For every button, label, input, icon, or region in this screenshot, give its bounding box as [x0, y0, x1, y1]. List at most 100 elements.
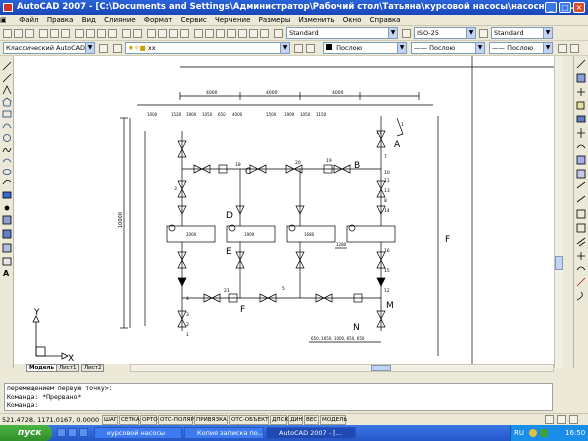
lwt-toggle[interactable]: ВЕС: [304, 415, 319, 425]
tray-app-icon[interactable]: [529, 429, 537, 437]
color-select[interactable]: Послою ▼: [323, 42, 407, 54]
dyn-toggle[interactable]: ДИН: [288, 415, 303, 425]
undo-icon[interactable]: [122, 29, 131, 38]
task-word-label: Копия записка по...: [197, 429, 264, 437]
layer-select[interactable]: ♦☼■ xx ▼: [125, 42, 290, 54]
maximize-button[interactable]: □: [559, 2, 571, 13]
menu-modify[interactable]: Изменить: [296, 15, 338, 26]
zoom-previous-icon[interactable]: [180, 29, 189, 38]
publish-icon[interactable]: [61, 29, 70, 38]
command-window[interactable]: перемещением первую точку>: Команда: *Пр…: [4, 383, 553, 411]
tab-model[interactable]: Модель: [26, 364, 57, 372]
close-button[interactable]: ×: [573, 2, 585, 13]
dim-row2-7: 1500: [266, 112, 277, 117]
menu-help[interactable]: Справка: [367, 15, 404, 26]
dim-top-1: 4000: [206, 90, 218, 96]
lock-icon[interactable]: [545, 415, 554, 424]
ducs-toggle[interactable]: ДПСК: [270, 415, 288, 425]
layer-value: xx: [147, 44, 156, 52]
linetype-select[interactable]: —— Послою ▼: [411, 42, 485, 54]
tab-sheet2[interactable]: Лист2: [81, 364, 105, 372]
cut-icon[interactable]: [75, 29, 84, 38]
menu-file[interactable]: Файл: [16, 15, 41, 26]
menu-merge[interactable]: Слияние: [101, 15, 139, 26]
new-icon[interactable]: [3, 29, 12, 38]
osnap-toggle[interactable]: ПРИВЯЗКА: [194, 415, 228, 425]
drawing-canvas[interactable]: Y X 4000 4000 4000 1000 1520 1900 1050 6…: [14, 56, 554, 364]
document-icon[interactable]: ▣: [0, 15, 14, 26]
plot-style-icon[interactable]: [558, 44, 567, 53]
sheet-set-icon[interactable]: [227, 29, 236, 38]
save-icon[interactable]: [25, 29, 34, 38]
print-icon[interactable]: [39, 29, 48, 38]
minimize-button[interactable]: _: [545, 2, 557, 13]
copy-icon[interactable]: [86, 29, 95, 38]
match-properties-icon[interactable]: [108, 29, 117, 38]
quicklaunch-explorer-icon[interactable]: [79, 428, 88, 437]
task-word[interactable]: Копия записка по...: [184, 427, 264, 439]
layer-manager-icon[interactable]: [113, 44, 122, 53]
status-bar: 521.4728, 1171.0167, 0.0000 ШАГ СЕТКА ОР…: [0, 413, 588, 425]
zoom-window-icon[interactable]: [169, 29, 178, 38]
grid-toggle[interactable]: СЕТКА: [119, 415, 140, 425]
ortho-toggle[interactable]: ОРТО: [140, 415, 158, 425]
menu-edit[interactable]: Правка: [44, 15, 77, 26]
quicklaunch-ie-icon[interactable]: [68, 428, 77, 437]
status-menu-icon[interactable]: [569, 415, 578, 424]
polar-toggle[interactable]: ОТС-ПОЛЯР: [158, 415, 194, 425]
horizontal-scroll-thumb[interactable]: [371, 365, 391, 371]
workspace-settings-icon[interactable]: [99, 44, 108, 53]
language-indicator[interactable]: RU: [514, 425, 524, 441]
text-style-icon[interactable]: [274, 29, 283, 38]
table-style-select[interactable]: Standard ▼: [491, 27, 553, 39]
markup-icon[interactable]: [238, 29, 247, 38]
menu-tools[interactable]: Сервис: [178, 15, 210, 26]
paste-icon[interactable]: [97, 29, 106, 38]
table-style-icon[interactable]: [479, 29, 488, 38]
svg-text:A: A: [3, 269, 10, 278]
task-folder[interactable]: курсовой насосы: [94, 427, 182, 439]
label-e: E: [226, 247, 232, 257]
title-bar: AutoCAD 2007 - [C:\Documents and Setting…: [0, 0, 588, 15]
dim-style-icon[interactable]: [402, 29, 411, 38]
tab-sheet1[interactable]: Лист1: [56, 364, 80, 372]
otrack-toggle[interactable]: ОТС-ОБЪЕКТ: [229, 415, 269, 425]
num-8: 8: [384, 198, 387, 204]
modify-toolbar: [573, 56, 588, 368]
menu-dimension[interactable]: Размеры: [256, 15, 294, 26]
workspace-select[interactable]: Классический AutoCAD ▼: [3, 42, 95, 54]
calculator-icon[interactable]: [249, 29, 258, 38]
tray-network-icon[interactable]: [540, 429, 548, 437]
preview-icon[interactable]: [50, 29, 59, 38]
redo-icon[interactable]: [133, 29, 142, 38]
lineweight-select[interactable]: —— Послою ▼: [489, 42, 553, 54]
make-current-layer-icon[interactable]: [294, 44, 303, 53]
text-style-select[interactable]: Standard ▼: [286, 27, 398, 39]
autocad-app-icon[interactable]: [3, 3, 13, 12]
tool-palettes-icon[interactable]: [216, 29, 225, 38]
draw-toolbar: A: [0, 56, 14, 368]
zoom-realtime-icon[interactable]: [158, 29, 167, 38]
command-prompt[interactable]: Команда:: [7, 401, 552, 410]
pan-icon[interactable]: [147, 29, 156, 38]
dim-style-select[interactable]: ISO-25 ▼: [414, 27, 476, 39]
menu-format[interactable]: Формат: [141, 15, 175, 26]
menu-view[interactable]: Вид: [79, 15, 99, 26]
horizontal-scrollbar[interactable]: [130, 364, 554, 372]
communication-icon[interactable]: [557, 415, 566, 424]
task-autocad[interactable]: AutoCAD 2007 - [...: [266, 427, 356, 439]
help-icon[interactable]: [260, 29, 269, 38]
start-button[interactable]: пуск: [0, 425, 52, 441]
model-toggle[interactable]: МОДЕЛЬ: [320, 415, 347, 425]
menu-window[interactable]: Окно: [340, 15, 365, 26]
vertical-scroll-thumb[interactable]: [555, 256, 563, 270]
open-icon[interactable]: [14, 29, 23, 38]
toolbar-options-icon[interactable]: [570, 44, 579, 53]
design-center-icon[interactable]: [205, 29, 214, 38]
vertical-scrollbar[interactable]: [554, 56, 563, 368]
snap-toggle[interactable]: ШАГ: [102, 415, 118, 425]
layer-previous-icon[interactable]: [306, 44, 315, 53]
properties-icon[interactable]: [194, 29, 203, 38]
quicklaunch-desktop-icon[interactable]: [57, 428, 66, 437]
menu-draw[interactable]: Черчение: [212, 15, 253, 26]
